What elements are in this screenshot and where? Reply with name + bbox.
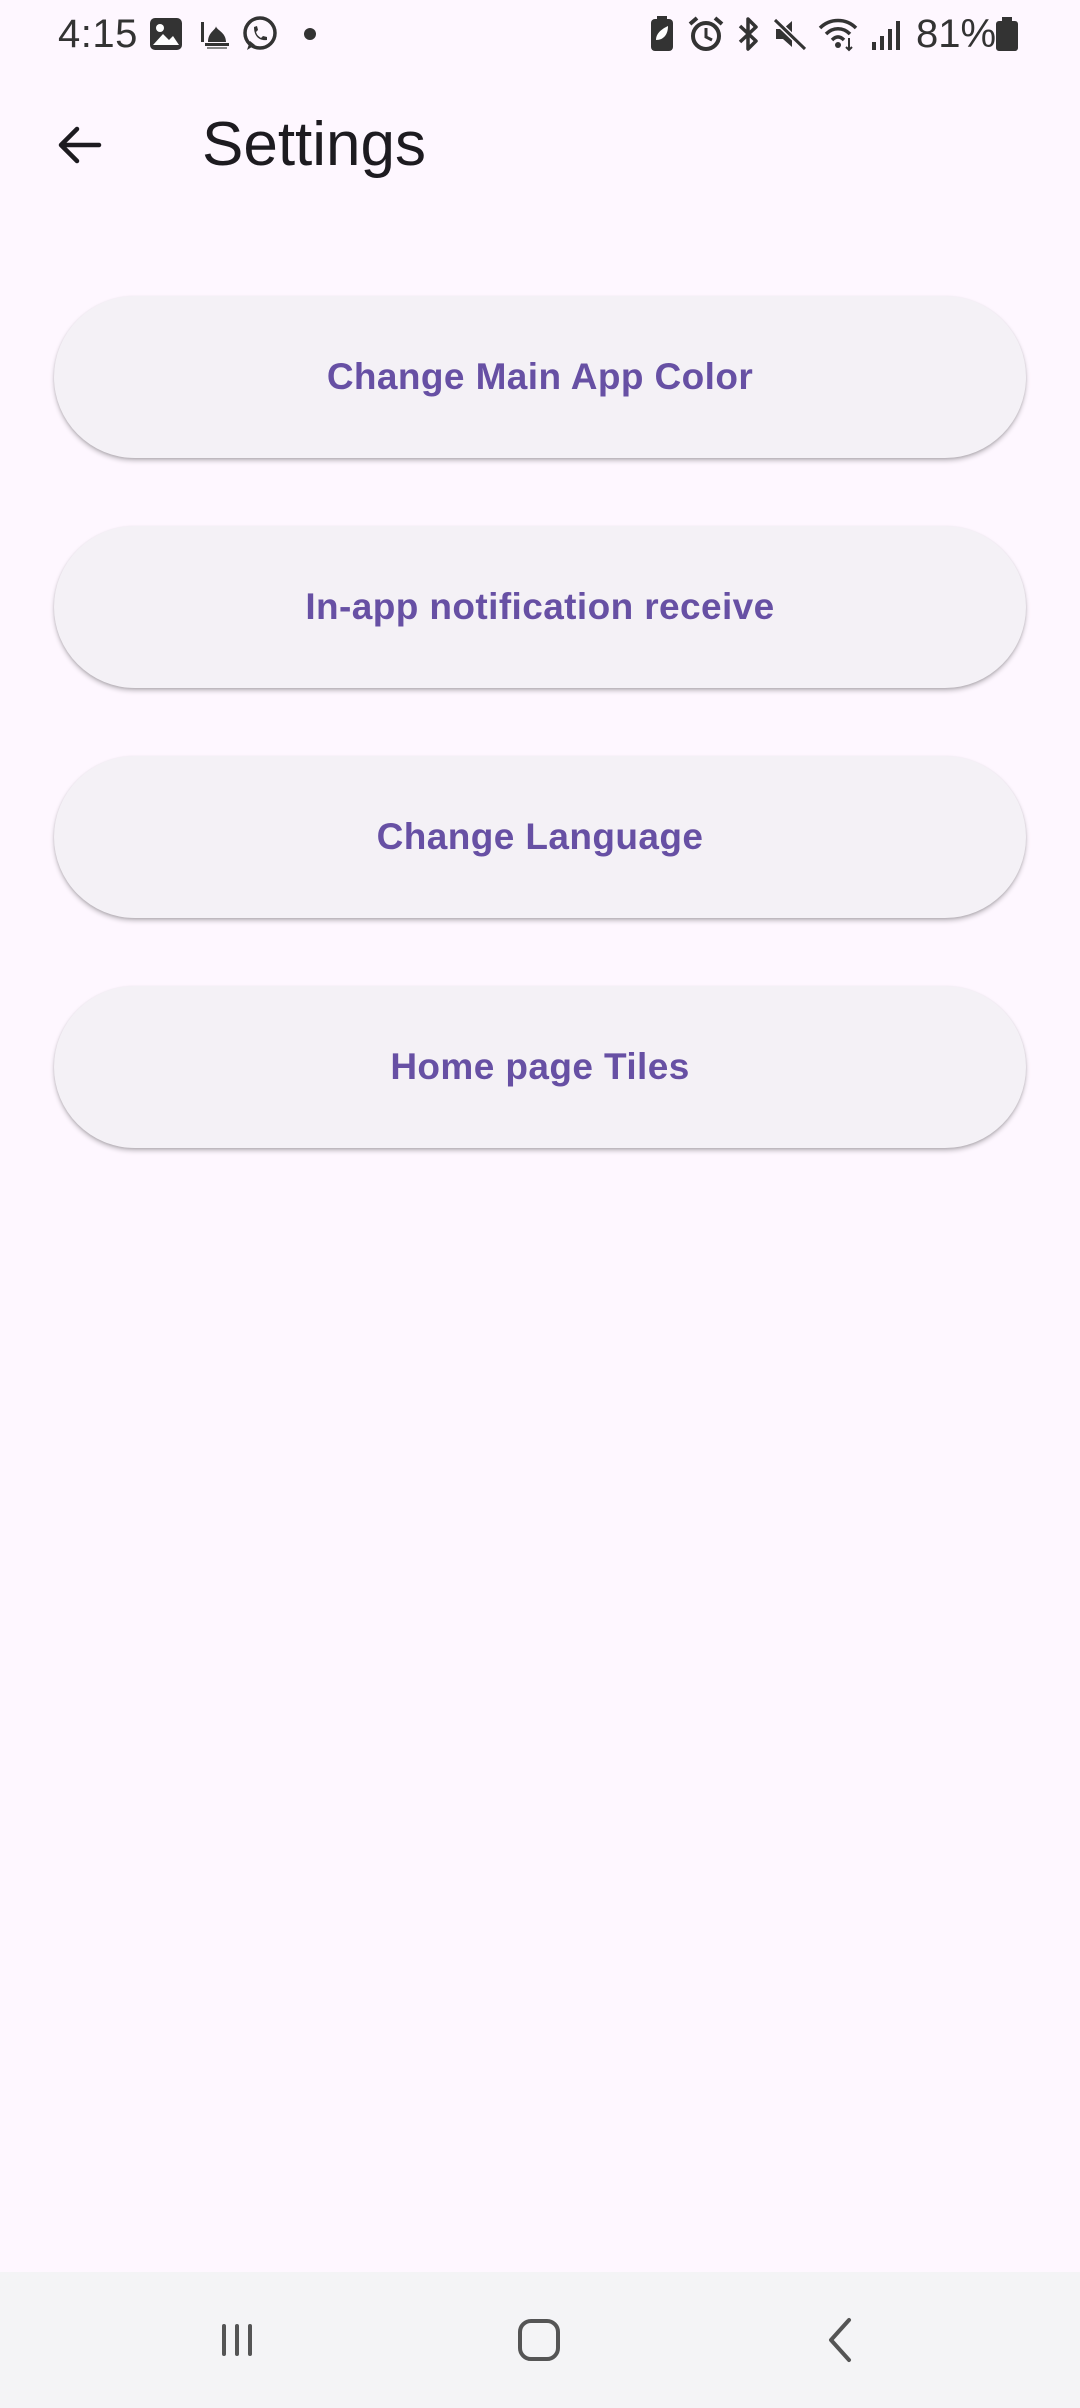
alarm-icon xyxy=(686,14,726,54)
back-chevron-icon xyxy=(811,2310,871,2370)
back-button[interactable] xyxy=(38,104,120,186)
change-language-button[interactable]: Change Language xyxy=(54,756,1026,918)
bluetooth-icon xyxy=(728,14,768,54)
battery-icon xyxy=(992,14,1022,54)
home-icon xyxy=(509,2310,569,2370)
recents-icon xyxy=(207,2310,267,2370)
signal-icon xyxy=(868,14,908,54)
in-app-notification-button[interactable]: In-app notification receive xyxy=(54,526,1026,688)
recents-button[interactable] xyxy=(192,2300,282,2380)
system-back-button[interactable] xyxy=(796,2300,886,2380)
page-title: Settings xyxy=(202,110,427,179)
gallery-icon xyxy=(146,14,186,54)
arrow-left-icon xyxy=(53,119,105,171)
whatsapp-icon xyxy=(240,14,280,54)
system-nav-bar xyxy=(0,2272,1080,2408)
home-page-tiles-button[interactable]: Home page Tiles xyxy=(54,986,1026,1148)
dot-icon xyxy=(290,14,330,54)
battery-saver-icon xyxy=(642,14,682,54)
mute-icon xyxy=(770,14,810,54)
wifi-icon xyxy=(818,14,858,54)
change-main-app-color-button[interactable]: Change Main App Color xyxy=(54,296,1026,458)
home-button[interactable] xyxy=(494,2300,584,2380)
status-time: 4:15 xyxy=(58,12,138,56)
battery-percent: 81% xyxy=(916,12,997,56)
status-bar: 4:15 81% xyxy=(0,0,1080,68)
app-bar: Settings xyxy=(0,84,1080,206)
mosque-icon xyxy=(196,14,236,54)
